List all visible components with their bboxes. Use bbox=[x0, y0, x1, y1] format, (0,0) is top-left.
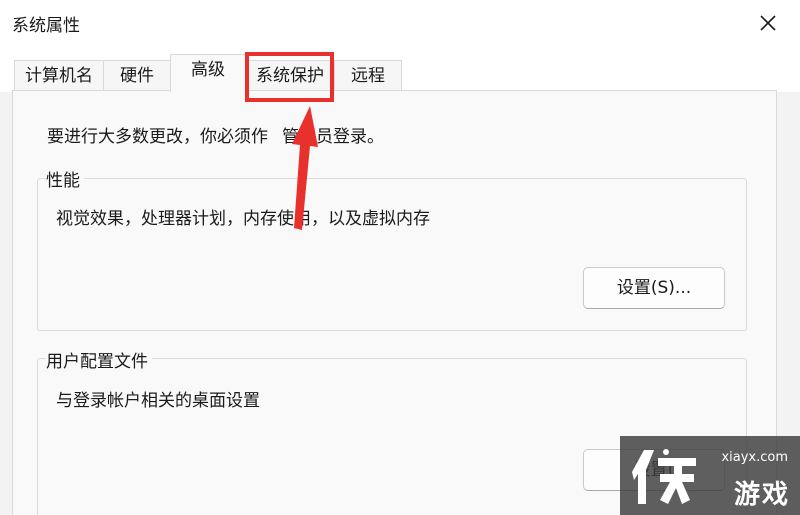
watermark: xiayx.com 游戏 bbox=[620, 436, 800, 515]
watermark-url: xiayx.com bbox=[721, 450, 788, 465]
user-profiles-label: 用户配置文件 bbox=[46, 347, 152, 372]
tab-hardware[interactable]: 硬件 bbox=[103, 60, 171, 90]
close-button[interactable] bbox=[750, 6, 786, 40]
tab-advanced[interactable]: 高级 bbox=[170, 54, 246, 92]
performance-label: 性能 bbox=[46, 166, 84, 191]
watermark-name: 游戏 bbox=[733, 480, 790, 510]
performance-settings-button[interactable]: 设置(S)... bbox=[583, 267, 725, 309]
tab-strip: 计算机名 硬件 高级 系统保护 远程 bbox=[0, 46, 800, 92]
system-properties-window: 系统属性 计算机名 硬件 高级 系统保护 远程 要进行大多数更改，你必须作 管理员… bbox=[0, 0, 800, 515]
admin-note-text: 要进行大多数更改，你必须作 bbox=[47, 127, 268, 147]
performance-description: 视觉效果，处理器计划，内存使用，以及虚拟内存 bbox=[56, 209, 430, 229]
admin-note: 要进行大多数更改，你必须作 管理员登录。 bbox=[47, 122, 384, 147]
user-profiles-description: 与登录帐户相关的桌面设置 bbox=[56, 391, 260, 411]
window-title: 系统属性 bbox=[12, 16, 80, 36]
title-bar: 系统属性 bbox=[0, 0, 800, 46]
xia-logo bbox=[632, 449, 696, 504]
tab-remote[interactable]: 远程 bbox=[334, 60, 402, 90]
admin-note-tail: 管理员登录。 bbox=[282, 127, 384, 147]
tab-computer-name[interactable]: 计算机名 bbox=[14, 60, 104, 90]
close-icon bbox=[760, 15, 776, 31]
highlight-box bbox=[245, 52, 334, 102]
